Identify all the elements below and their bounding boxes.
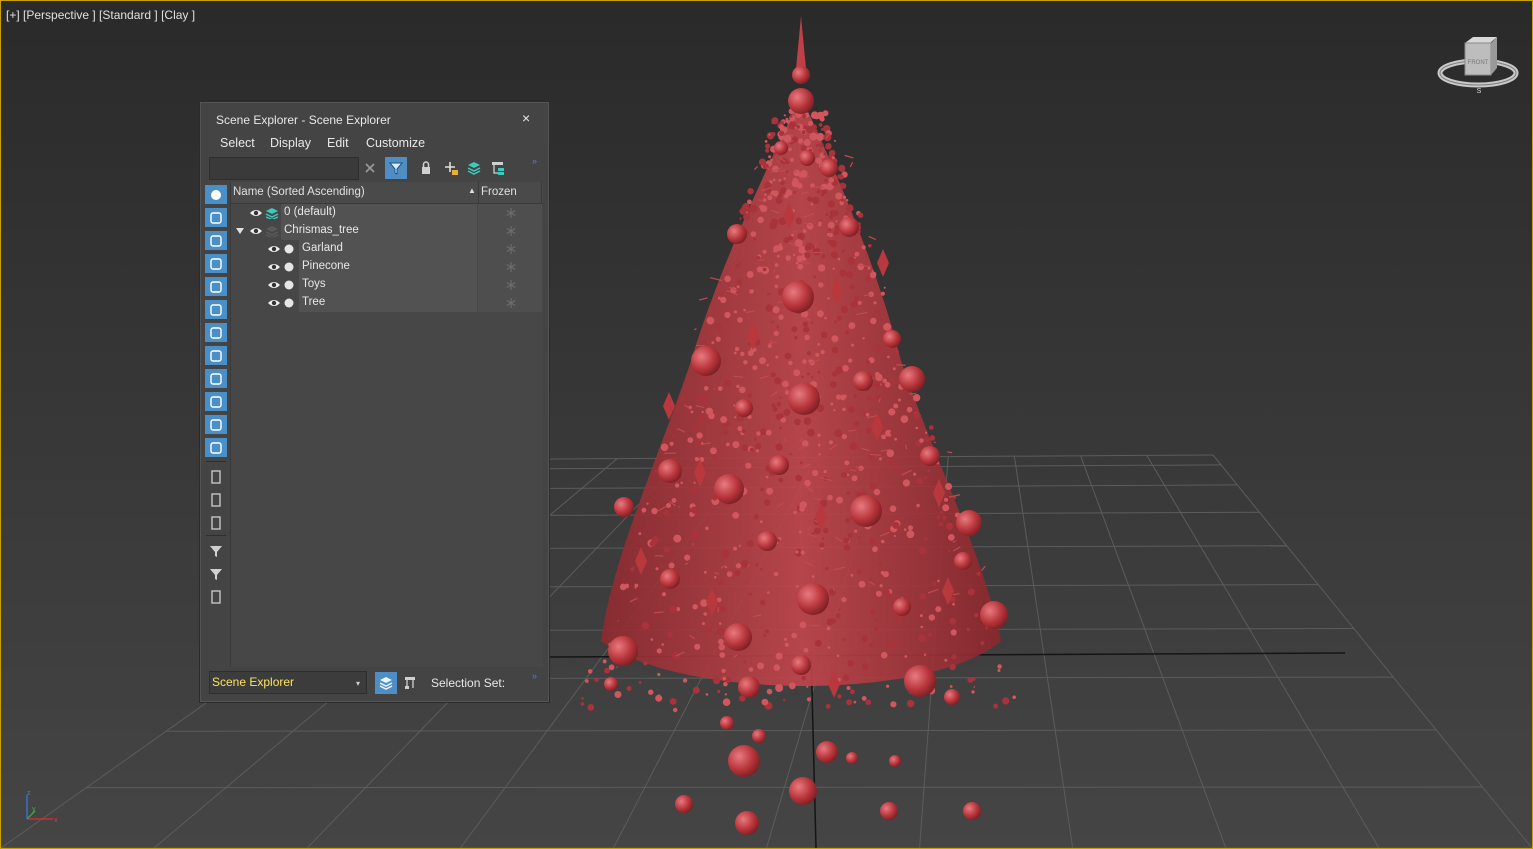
bottom-expand-icon[interactable]: » bbox=[532, 671, 537, 681]
selection-icon[interactable] bbox=[205, 587, 227, 606]
explorer-selector-dropdown[interactable]: Scene Explorer ▾ bbox=[209, 671, 367, 694]
hierarchy-icon[interactable] bbox=[487, 157, 509, 179]
layer-icon bbox=[265, 208, 279, 219]
list-item-label: Garland bbox=[302, 242, 343, 254]
menu-select[interactable]: Select bbox=[220, 136, 255, 150]
lights-icon[interactable] bbox=[205, 231, 227, 250]
viewcube-compass-label: S bbox=[1477, 88, 1482, 95]
visibility-eye-icon[interactable] bbox=[267, 243, 281, 255]
frozen-icon[interactable] bbox=[205, 415, 227, 434]
lock-icon[interactable] bbox=[415, 157, 437, 179]
list-item[interactable]: Chrismas_tree bbox=[231, 222, 543, 240]
list-item[interactable]: Garland bbox=[231, 240, 543, 258]
frozen-snowflake-icon[interactable] bbox=[505, 207, 517, 219]
geometry-object-icon bbox=[284, 298, 294, 308]
column-frozen-header[interactable]: Frozen bbox=[481, 186, 517, 198]
invert-icon[interactable] bbox=[205, 513, 227, 532]
list-item-label: Pinecone bbox=[302, 260, 350, 272]
scene-explorer-titlebar[interactable]: Scene Explorer - Scene Explorer × bbox=[200, 102, 549, 132]
explorer-selector-value: Scene Explorer bbox=[212, 675, 295, 689]
window-title: Scene Explorer - Scene Explorer bbox=[216, 113, 391, 127]
list-item[interactable]: 0 (default) bbox=[231, 204, 543, 222]
layer-icon bbox=[265, 226, 279, 237]
shapes-icon[interactable] bbox=[205, 208, 227, 227]
display-filter-sidebar bbox=[204, 185, 228, 665]
close-button[interactable]: × bbox=[522, 110, 530, 126]
filter-icon[interactable] bbox=[385, 157, 407, 179]
sort-by-layer-button[interactable] bbox=[375, 672, 397, 694]
menu-edit[interactable]: Edit bbox=[327, 136, 349, 150]
svg-text:z: z bbox=[27, 790, 31, 797]
svg-text:x: x bbox=[54, 817, 58, 824]
visibility-eye-icon[interactable] bbox=[267, 261, 281, 273]
add-layer-icon[interactable] bbox=[440, 157, 462, 179]
frozen-snowflake-icon[interactable] bbox=[505, 261, 517, 273]
list-item[interactable]: Tree bbox=[231, 294, 543, 312]
christmas-tree-model bbox=[580, 16, 1016, 835]
list-item-label: Tree bbox=[302, 296, 326, 308]
frozen-snowflake-icon[interactable] bbox=[505, 297, 517, 309]
none-icon[interactable] bbox=[205, 490, 227, 509]
geometry-icon[interactable] bbox=[205, 185, 227, 204]
filter-options-icon[interactable] bbox=[205, 541, 227, 560]
column-name-header[interactable]: Name (Sorted Ascending) bbox=[233, 186, 365, 198]
expand-arrow-icon[interactable] bbox=[235, 226, 245, 236]
frozen-snowflake-icon[interactable] bbox=[505, 225, 517, 237]
filter-icon[interactable] bbox=[205, 564, 227, 583]
list-item-label: Toys bbox=[302, 278, 326, 290]
viewport-label[interactable]: [+] [Perspective ] [Standard ] [Clay ] bbox=[6, 8, 195, 22]
list-header: Name (Sorted Ascending) ▲ Frozen bbox=[231, 182, 543, 204]
selection-set-label: Selection Set: bbox=[431, 676, 506, 690]
search-input[interactable] bbox=[209, 157, 359, 180]
visibility-eye-icon[interactable] bbox=[267, 297, 281, 309]
geometry-object-icon bbox=[284, 244, 294, 254]
list-item-label: Chrismas_tree bbox=[284, 224, 359, 236]
geometry-object-icon bbox=[284, 262, 294, 272]
visibility-eye-icon[interactable] bbox=[249, 207, 263, 219]
chevron-down-icon: ▾ bbox=[356, 679, 361, 688]
viewcube-face-label: FRONT bbox=[1468, 60, 1489, 66]
bottom-bar: Scene Explorer ▾ Selection Set: » bbox=[200, 668, 549, 698]
xrefs-icon[interactable] bbox=[205, 346, 227, 365]
sort-by-hierarchy-button[interactable] bbox=[399, 672, 421, 694]
list-item[interactable]: Toys bbox=[231, 276, 543, 294]
cameras-icon[interactable] bbox=[205, 254, 227, 273]
toolbar-expand-icon[interactable]: » bbox=[532, 156, 537, 166]
spacewarps-icon[interactable] bbox=[205, 300, 227, 319]
bones-icon[interactable] bbox=[205, 369, 227, 388]
clear-search-icon[interactable] bbox=[359, 157, 381, 179]
layers-icon[interactable] bbox=[463, 157, 485, 179]
frozen-snowflake-icon[interactable] bbox=[505, 243, 517, 255]
visibility-eye-icon[interactable] bbox=[249, 225, 263, 237]
scene-explorer-window[interactable]: Scene Explorer - Scene Explorer × Select… bbox=[199, 101, 550, 703]
scene-list[interactable]: Name (Sorted Ascending) ▲ Frozen 0 (defa… bbox=[230, 182, 543, 667]
menu-bar: Select Display Edit Customize bbox=[200, 133, 549, 153]
geometry-object-icon bbox=[284, 280, 294, 290]
viewcube-icon[interactable]: FRONT S bbox=[1435, 35, 1523, 97]
sort-ascending-icon[interactable]: ▲ bbox=[468, 186, 476, 195]
svg-text:y: y bbox=[32, 806, 36, 813]
frozen-snowflake-icon[interactable] bbox=[505, 279, 517, 291]
menu-display[interactable]: Display bbox=[270, 136, 311, 150]
menu-customize[interactable]: Customize bbox=[366, 136, 425, 150]
all-icon[interactable] bbox=[205, 467, 227, 486]
visibility-eye-icon[interactable] bbox=[267, 279, 281, 291]
list-item-label: 0 (default) bbox=[284, 206, 336, 218]
containers-icon[interactable] bbox=[205, 392, 227, 411]
axis-tripod-icon: z x y bbox=[26, 790, 58, 824]
explorer-toolbar bbox=[200, 155, 549, 181]
groups-icon[interactable] bbox=[205, 323, 227, 342]
hidden-icon[interactable] bbox=[205, 438, 227, 457]
list-item[interactable]: Pinecone bbox=[231, 258, 543, 276]
helpers-icon[interactable] bbox=[205, 277, 227, 296]
